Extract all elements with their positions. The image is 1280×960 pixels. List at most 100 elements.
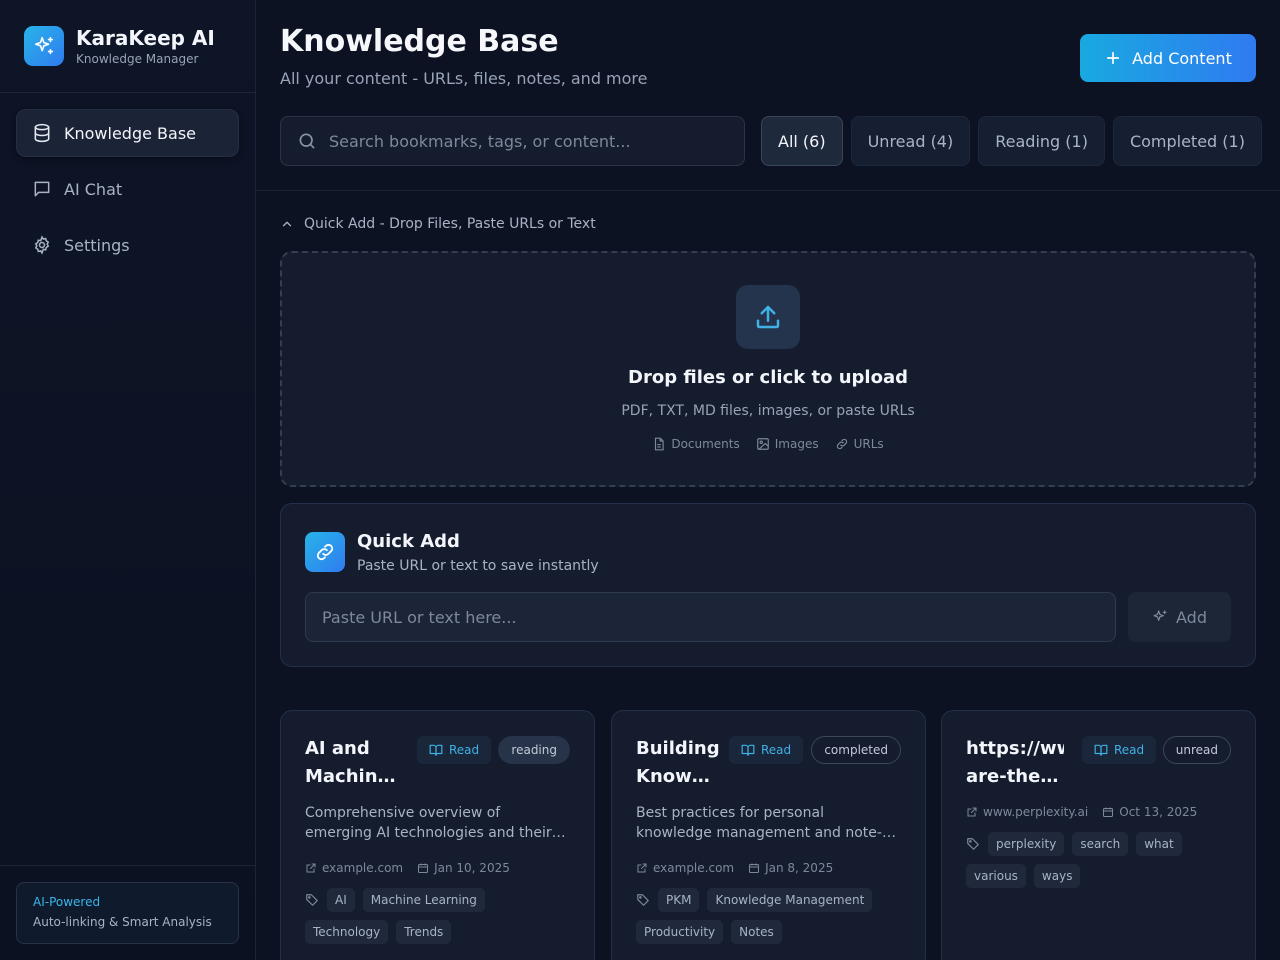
card-tags: perplexity search what various ways (966, 832, 1236, 896)
read-button-label: Read (1114, 743, 1145, 757)
tag[interactable]: perplexity (988, 832, 1065, 856)
card-title-line: https://ww (966, 738, 1064, 759)
tag[interactable]: Notes (731, 920, 782, 944)
dropzone-subtitle: PDF, TXT, MD files, images, or paste URL… (621, 403, 915, 419)
card-title-line: AI and (305, 738, 370, 759)
card-date: Jan 8, 2025 (748, 861, 833, 875)
page-title: Knowledge Base (280, 24, 559, 59)
tag[interactable]: Machine Learning (362, 888, 485, 912)
card-description-line: knowledge management and note-… (636, 825, 896, 841)
quick-add-title: Quick Add (357, 531, 460, 552)
sparkles-icon (24, 26, 64, 66)
document-icon (655, 437, 664, 451)
plus-icon (1107, 51, 1120, 65)
bookmark-card[interactable]: Building Know… Read completed Best pract… (611, 710, 926, 960)
tag[interactable]: what (1136, 832, 1182, 856)
card-title-line: Know… (636, 766, 710, 787)
type-documents: Documents (652, 437, 740, 451)
brand: KaraKeep AI Knowledge Manager (0, 0, 255, 93)
read-button-label: Read (761, 743, 792, 757)
sidebar-nav: Knowledge Base AI Chat Settings (0, 93, 255, 293)
card-tags: AI Machine Learning Technology Trends (305, 888, 575, 952)
sidebar-item-knowledge-base[interactable]: Knowledge Base (16, 109, 239, 157)
bookmark-card[interactable]: https://ww are-the… Read unread www.perp… (941, 710, 1256, 960)
upload-icon (736, 285, 800, 349)
tag[interactable]: AI (327, 888, 355, 912)
read-button[interactable]: Read (1082, 736, 1157, 764)
gear-icon (34, 235, 50, 255)
book-open-icon (1094, 744, 1108, 756)
type-documents-label: Documents (671, 437, 740, 451)
tag[interactable]: Trends (396, 920, 452, 944)
type-images: Images (756, 437, 819, 451)
sidebar: KaraKeep AI Knowledge Manager Knowledge … (0, 0, 256, 960)
brand-subtitle: Knowledge Manager (76, 52, 199, 66)
card-title-line: Building (636, 738, 720, 759)
type-urls: URLs (835, 437, 884, 451)
main-content: Knowledge Base All your content - URLs, … (256, 0, 1280, 960)
card-domain[interactable]: example.com (636, 861, 734, 875)
sparkles-icon (1153, 610, 1167, 621)
add-content-button[interactable]: Add Content (1080, 34, 1256, 82)
filter-unread[interactable]: Unread (4) (850, 116, 971, 166)
sidebar-item-settings[interactable]: Settings (16, 221, 239, 269)
status-badge: unread (1162, 736, 1231, 764)
file-dropzone[interactable]: Drop files or click to upload PDF, TXT, … (280, 251, 1256, 487)
external-link-icon (637, 863, 647, 873)
database-icon (34, 123, 50, 143)
card-domain[interactable]: www.perplexity.ai (966, 805, 1088, 819)
status-badge: completed (811, 736, 901, 764)
card-meta: example.com Jan 10, 2025 (305, 861, 524, 875)
card-title-line: are-the… (966, 766, 1059, 787)
card-date-label: Oct 13, 2025 (1119, 805, 1198, 819)
ai-powered-title: AI-Powered (33, 895, 101, 909)
page-header: Knowledge Base All your content - URLs, … (256, 0, 1280, 191)
read-button-label: Read (449, 743, 480, 757)
filter-completed[interactable]: Completed (1) (1112, 116, 1262, 166)
card-title-line: Machin… (305, 766, 396, 787)
card-title: https://ww are-the… (966, 735, 1064, 791)
tag[interactable]: Technology (305, 920, 389, 944)
read-button[interactable]: Read (729, 736, 804, 764)
bookmark-card[interactable]: AI and Machin… Read reading Comprehensiv… (280, 710, 595, 960)
type-urls-label: URLs (853, 437, 884, 451)
quick-add-button[interactable]: Add (1128, 592, 1231, 642)
filter-reading[interactable]: Reading (1) (978, 116, 1105, 166)
quick-add-button-label: Add (1176, 607, 1207, 627)
quick-add-card: Quick Add Paste URL or text to save inst… (280, 503, 1256, 667)
card-description-line: Best practices for personal (636, 805, 824, 821)
search-box[interactable] (280, 116, 745, 166)
read-button[interactable]: Read (417, 736, 492, 764)
card-date-label: Jan 10, 2025 (434, 861, 510, 875)
tag-icon (306, 894, 318, 906)
ai-powered-card: AI-Powered Auto-linking & Smart Analysis (16, 882, 239, 944)
dropzone-types: Documents Images URLs (282, 437, 1254, 451)
card-description-line: Comprehensive overview of (305, 805, 501, 821)
quick-add-toggle[interactable]: Quick Add - Drop Files, Paste URLs or Te… (280, 216, 596, 232)
tag[interactable]: search (1072, 832, 1129, 856)
tag[interactable]: ways (1033, 864, 1081, 888)
dropzone-title: Drop files or click to upload (628, 367, 908, 388)
tag[interactable]: PKM (658, 888, 700, 912)
book-open-icon (741, 744, 755, 756)
card-title: AI and Machin… (305, 735, 410, 791)
card-tags: PKM Knowledge Management Productivity No… (636, 888, 906, 952)
chat-icon (34, 181, 50, 197)
tag[interactable]: Productivity (636, 920, 724, 944)
sidebar-item-ai-chat[interactable]: AI Chat (16, 165, 239, 213)
calendar-icon (1103, 807, 1114, 817)
sidebar-footer: AI-Powered Auto-linking & Smart Analysis (0, 865, 255, 960)
tag[interactable]: various (966, 864, 1026, 888)
chevron-up-icon (282, 221, 292, 227)
card-description-line: emerging AI technologies and their… (305, 825, 566, 841)
external-link-icon (967, 807, 977, 817)
card-domain[interactable]: example.com (305, 861, 403, 875)
bookmark-grid: AI and Machin… Read reading Comprehensiv… (280, 710, 1256, 960)
quick-add-input[interactable] (305, 592, 1116, 642)
filter-all[interactable]: All (6) (761, 116, 843, 166)
search-input[interactable] (329, 131, 729, 151)
tag[interactable]: Knowledge Management (707, 888, 873, 912)
card-date-label: Jan 8, 2025 (765, 861, 834, 875)
add-content-label: Add Content (1132, 48, 1232, 68)
book-open-icon (429, 744, 443, 756)
